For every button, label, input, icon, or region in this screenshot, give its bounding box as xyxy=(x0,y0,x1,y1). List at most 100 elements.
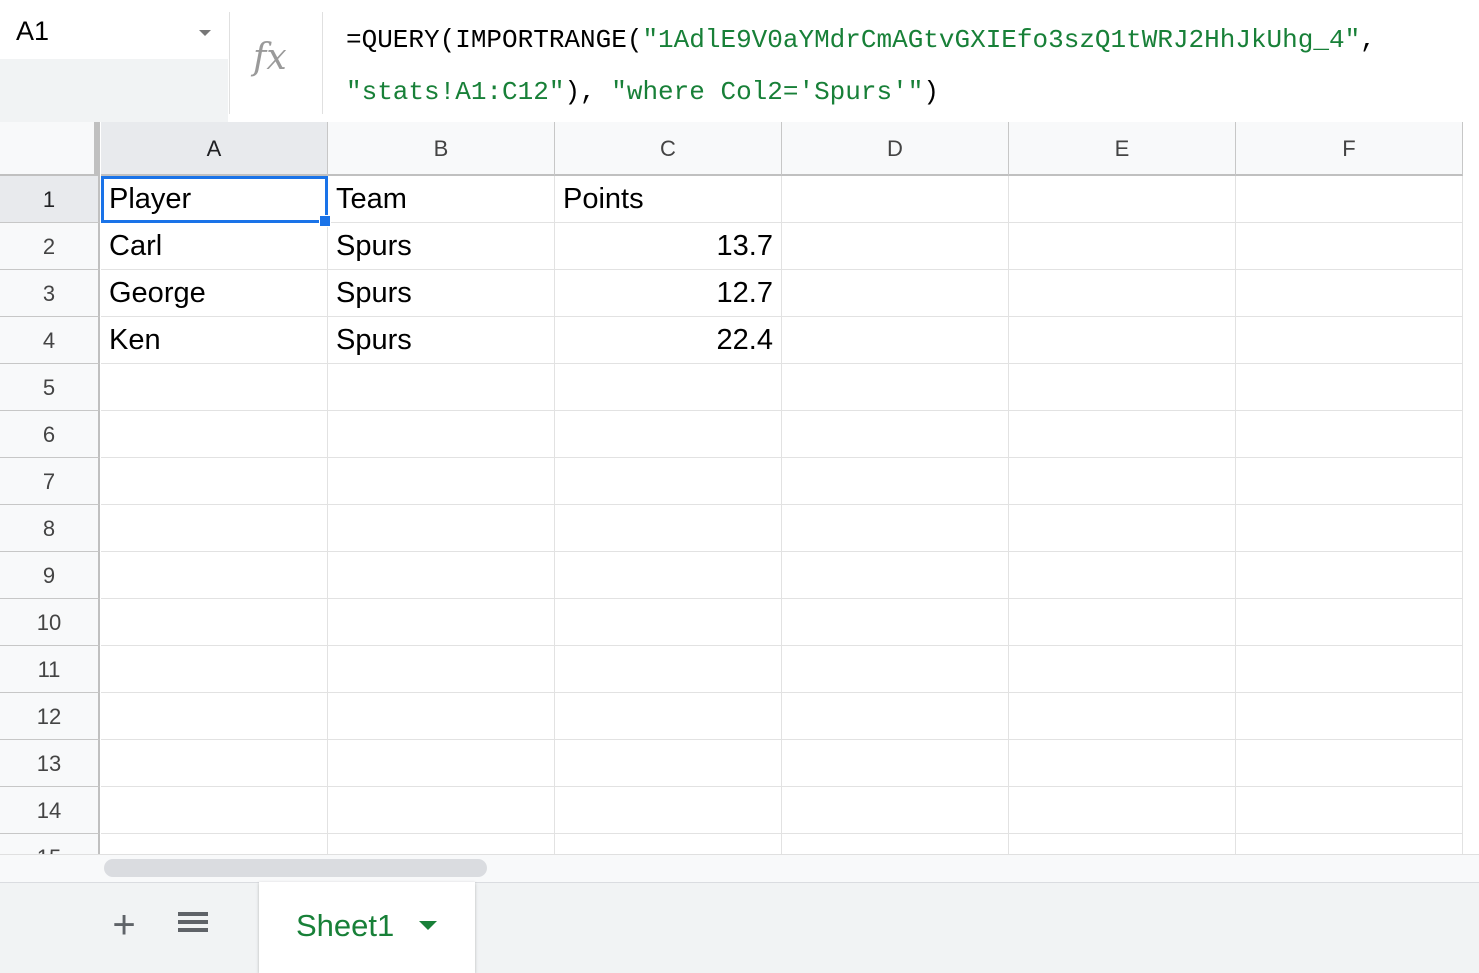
cell-f2[interactable] xyxy=(1236,223,1463,270)
cell-c13[interactable] xyxy=(555,740,782,787)
cell-e8[interactable] xyxy=(1009,505,1236,552)
column-header-a[interactable]: A xyxy=(101,122,328,176)
cell-f8[interactable] xyxy=(1236,505,1463,552)
cell-a14[interactable] xyxy=(101,787,328,834)
cell-a3[interactable]: George xyxy=(101,270,328,317)
cell-d11[interactable] xyxy=(782,646,1009,693)
cell-d6[interactable] xyxy=(782,411,1009,458)
row-header-3[interactable]: 3 xyxy=(0,270,100,317)
cell-e4[interactable] xyxy=(1009,317,1236,364)
column-header-d[interactable]: D xyxy=(782,122,1009,176)
cell-f9[interactable] xyxy=(1236,552,1463,599)
row-header-8[interactable]: 8 xyxy=(0,505,100,552)
cell-f12[interactable] xyxy=(1236,693,1463,740)
row-header-2[interactable]: 2 xyxy=(0,223,100,270)
cell-d9[interactable] xyxy=(782,552,1009,599)
row-header-12[interactable]: 12 xyxy=(0,693,100,740)
cell-b8[interactable] xyxy=(328,505,555,552)
row-header-7[interactable]: 7 xyxy=(0,458,100,505)
column-header-b[interactable]: B xyxy=(328,122,555,176)
cell-d4[interactable] xyxy=(782,317,1009,364)
cell-d12[interactable] xyxy=(782,693,1009,740)
cell-d10[interactable] xyxy=(782,599,1009,646)
cell-d3[interactable] xyxy=(782,270,1009,317)
cell-c3[interactable]: 12.7 xyxy=(555,270,782,317)
sheet-tab-sheet1[interactable]: Sheet1 xyxy=(259,882,475,973)
column-header-f[interactable]: F xyxy=(1236,122,1463,176)
cell-c1[interactable]: Points xyxy=(555,176,782,223)
cell-d2[interactable] xyxy=(782,223,1009,270)
row-header-5[interactable]: 5 xyxy=(0,364,100,411)
cell-e1[interactable] xyxy=(1009,176,1236,223)
row-header-11[interactable]: 11 xyxy=(0,646,100,693)
cell-c10[interactable] xyxy=(555,599,782,646)
column-header-c[interactable]: C xyxy=(555,122,782,176)
cell-b14[interactable] xyxy=(328,787,555,834)
cell-e3[interactable] xyxy=(1009,270,1236,317)
cell-f10[interactable] xyxy=(1236,599,1463,646)
cell-d15[interactable] xyxy=(782,834,1009,854)
spreadsheet-grid[interactable]: A B C D E F 1 Player Team Points 2 Carl Spurs 13.7 3 Ge… xyxy=(0,122,1479,854)
cell-e5[interactable] xyxy=(1009,364,1236,411)
cell-a13[interactable] xyxy=(101,740,328,787)
cell-b11[interactable] xyxy=(328,646,555,693)
add-sheet-button[interactable]: + xyxy=(108,905,140,945)
cell-e6[interactable] xyxy=(1009,411,1236,458)
cell-c12[interactable] xyxy=(555,693,782,740)
cell-b12[interactable] xyxy=(328,693,555,740)
cell-f1[interactable] xyxy=(1236,176,1463,223)
cell-c4[interactable]: 22.4 xyxy=(555,317,782,364)
cell-e14[interactable] xyxy=(1009,787,1236,834)
cell-a10[interactable] xyxy=(101,599,328,646)
row-header-9[interactable]: 9 xyxy=(0,552,100,599)
cell-b3[interactable]: Spurs xyxy=(328,270,555,317)
cell-c14[interactable] xyxy=(555,787,782,834)
cell-f13[interactable] xyxy=(1236,740,1463,787)
cell-e7[interactable] xyxy=(1009,458,1236,505)
row-header-13[interactable]: 13 xyxy=(0,740,100,787)
cell-c7[interactable] xyxy=(555,458,782,505)
cell-c15[interactable] xyxy=(555,834,782,854)
name-box[interactable]: A1 xyxy=(0,0,228,59)
cell-a4[interactable]: Ken xyxy=(101,317,328,364)
cell-f4[interactable] xyxy=(1236,317,1463,364)
column-header-e[interactable]: E xyxy=(1009,122,1236,176)
cell-b4[interactable]: Spurs xyxy=(328,317,555,364)
cell-b2[interactable]: Spurs xyxy=(328,223,555,270)
cell-b5[interactable] xyxy=(328,364,555,411)
cell-a9[interactable] xyxy=(101,552,328,599)
cell-c5[interactable] xyxy=(555,364,782,411)
cell-b15[interactable] xyxy=(328,834,555,854)
cell-c6[interactable] xyxy=(555,411,782,458)
cell-b9[interactable] xyxy=(328,552,555,599)
cell-e9[interactable] xyxy=(1009,552,1236,599)
cell-b13[interactable] xyxy=(328,740,555,787)
cell-b7[interactable] xyxy=(328,458,555,505)
row-header-1[interactable]: 1 xyxy=(0,176,100,223)
cell-b1[interactable]: Team xyxy=(328,176,555,223)
all-sheets-menu-icon[interactable] xyxy=(178,912,208,936)
horizontal-scrollbar-thumb[interactable] xyxy=(104,859,487,877)
cell-d1[interactable] xyxy=(782,176,1009,223)
cell-a12[interactable] xyxy=(101,693,328,740)
cell-e12[interactable] xyxy=(1009,693,1236,740)
cell-d7[interactable] xyxy=(782,458,1009,505)
cell-e2[interactable] xyxy=(1009,223,1236,270)
cell-a5[interactable] xyxy=(101,364,328,411)
cell-a2[interactable]: Carl xyxy=(101,223,328,270)
cell-d5[interactable] xyxy=(782,364,1009,411)
cell-f3[interactable] xyxy=(1236,270,1463,317)
row-header-15[interactable]: 15 xyxy=(0,834,100,854)
row-header-4[interactable]: 4 xyxy=(0,317,100,364)
row-header-10[interactable]: 10 xyxy=(0,599,100,646)
fill-handle[interactable] xyxy=(319,215,331,227)
cell-c8[interactable] xyxy=(555,505,782,552)
cell-f5[interactable] xyxy=(1236,364,1463,411)
cell-e11[interactable] xyxy=(1009,646,1236,693)
cell-e13[interactable] xyxy=(1009,740,1236,787)
cell-c2[interactable]: 13.7 xyxy=(555,223,782,270)
cell-a6[interactable] xyxy=(101,411,328,458)
cell-a11[interactable] xyxy=(101,646,328,693)
cell-b6[interactable] xyxy=(328,411,555,458)
cell-d13[interactable] xyxy=(782,740,1009,787)
